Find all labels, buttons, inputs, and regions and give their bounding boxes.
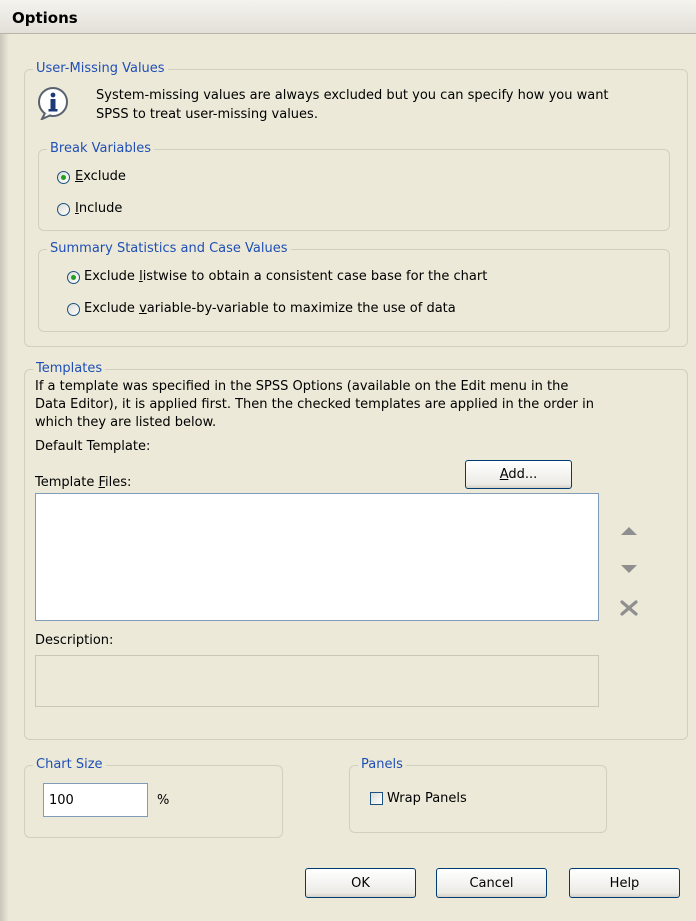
exclude-listwise-label[interactable]: Exclude listwise to obtain a consistent … [84,268,487,285]
info-text-line2: SPSS to treat user-missing values. [96,107,318,122]
add-template-button[interactable]: Add... [465,460,572,489]
exclude-radio[interactable] [57,171,70,184]
summary-statistics-group: Summary Statistics and Case Values Exclu… [38,241,670,332]
chart-size-group: Chart Size % [24,757,283,838]
exclude-variable-label[interactable]: Exclude variable-by-variable to maximize… [84,300,456,317]
window-title: Options [12,9,78,27]
user-missing-values-group: User-Missing Values System-missing value… [24,61,688,347]
templates-description-line2: Data Editor), it is applied first. Then … [35,397,594,412]
panels-legend: Panels [358,757,406,773]
break-variables-legend: Break Variables [47,141,155,157]
exclude-radio-label[interactable]: Exclude [75,168,126,185]
templates-legend: Templates [33,361,106,377]
title-bar[interactable]: Options [0,0,696,34]
cancel-button[interactable]: Cancel [436,868,547,898]
options-dialog: User-Missing Values System-missing value… [9,34,696,921]
user-missing-values-legend: User-Missing Values [33,61,168,77]
panels-group: Panels Wrap Panels [349,757,607,833]
exclude-variable-radio[interactable] [67,303,80,316]
exclude-listwise-radio[interactable] [67,271,80,284]
summary-statistics-legend: Summary Statistics and Case Values [47,241,291,257]
templates-description-line3: which they are listed below. [35,415,217,430]
wrap-panels-label[interactable]: Wrap Panels [387,790,467,807]
include-radio[interactable] [57,203,70,216]
window-frame-left [0,0,9,921]
arrow-down-icon[interactable] [621,564,637,574]
arrow-up-icon[interactable] [621,526,637,536]
ok-button[interactable]: OK [305,868,416,898]
wrap-panels-checkbox[interactable] [370,792,383,805]
delete-x-icon[interactable] [620,600,638,616]
default-template-label: Default Template: [35,439,151,454]
chart-size-legend: Chart Size [33,757,106,773]
break-variables-group: Break Variables Exclude Include [38,141,670,231]
description-label: Description: [35,633,114,648]
templates-group: Templates If a template was specified in… [24,361,688,740]
info-icon [38,87,68,120]
info-text-line1: System-missing values are always exclude… [96,88,609,103]
include-radio-label[interactable]: Include [75,200,122,217]
template-files-label: Template Files: [35,475,132,490]
description-field [35,655,599,707]
chart-size-unit: % [157,793,170,808]
help-button[interactable]: Help [569,868,680,898]
templates-description-line1: If a template was specified in the SPSS … [35,379,569,394]
template-files-list[interactable] [35,493,599,621]
chart-size-input[interactable] [43,783,148,817]
